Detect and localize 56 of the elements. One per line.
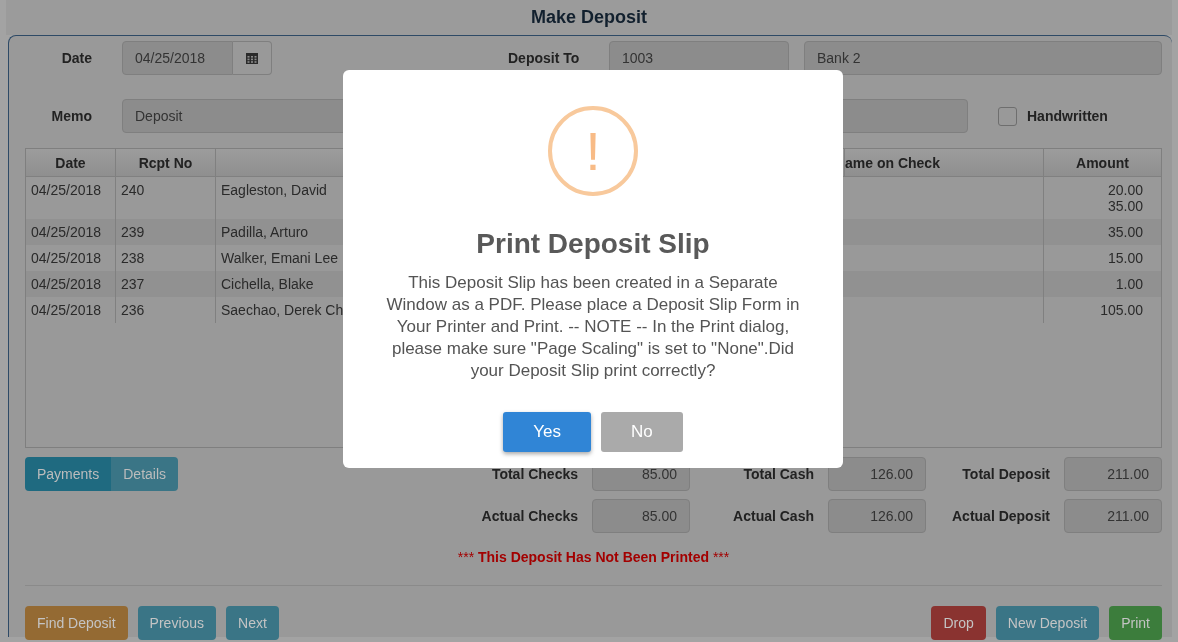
- total-field[interactable]: 211.00: [1064, 457, 1162, 491]
- table-cell-text: Cichella, Blake: [220, 275, 315, 294]
- total-field[interactable]: 126.00: [828, 499, 926, 533]
- table-cell-text: Walker, Emani Lee: [220, 249, 339, 268]
- column-header: ame on Check: [845, 149, 1044, 176]
- table-cell: 15.00: [1107, 251, 1143, 265]
- footer-button[interactable]: Drop: [931, 606, 986, 640]
- dialog-button[interactable]: No: [601, 412, 683, 452]
- date-field[interactable]: 04/25/2018: [122, 41, 233, 75]
- column-header: Rcpt No: [116, 149, 216, 176]
- table-cell: 105.00: [1100, 303, 1143, 317]
- calendar-button[interactable]: [233, 41, 272, 75]
- footer-button[interactable]: Print: [1109, 606, 1162, 640]
- total-label: Total Checks: [490, 466, 579, 482]
- table-cell: 04/25/2018: [26, 297, 116, 323]
- view-tab[interactable]: Payments: [25, 457, 112, 491]
- calendar-icon: [246, 52, 258, 64]
- column-header: Date: [26, 149, 116, 176]
- table-cell: 237: [116, 271, 216, 297]
- dialog-message: This Deposit Slip has been created in a Separate Window as a PDF. Please place a Deposit Slip Form in Your Printer and Print. -- NOTE -- In the Print dialog, please make sure "Page Scaling" is set to "None".Did your Deposit Slip print correctly?: [385, 272, 801, 382]
- exclamation-icon: !: [548, 106, 638, 196]
- table-cell: 35.00: [1107, 199, 1143, 213]
- table-cell-text: Saechao, Derek Ch: [220, 301, 345, 320]
- table-cell: 35.00: [1107, 225, 1143, 239]
- footer-button[interactable]: Previous: [137, 606, 217, 640]
- total-field[interactable]: 126.00: [828, 457, 926, 491]
- dialog-title: Print Deposit Slip: [476, 228, 710, 260]
- footer-button[interactable]: Find Deposit: [25, 606, 128, 640]
- field-label: Memo: [50, 108, 93, 124]
- checkbox[interactable]: [998, 106, 1017, 126]
- table-cell: 04/25/2018: [26, 219, 116, 245]
- checkbox-label: Handwritten: [1027, 108, 1108, 124]
- footer-button[interactable]: Next: [226, 606, 279, 640]
- not-printed-warning: *** This Deposit Has Not Been Printed ***: [456, 549, 731, 565]
- table-cell: 236: [116, 297, 216, 323]
- table-cell: 239: [116, 219, 216, 245]
- column-header: Amount: [1075, 153, 1130, 173]
- total-label: Total Deposit: [961, 466, 1051, 482]
- account-name-field[interactable]: Bank 2: [804, 41, 1162, 75]
- table-cell-text: Eagleston, David: [220, 181, 328, 200]
- footer-button[interactable]: New Deposit: [995, 606, 1100, 640]
- field-label: Date: [60, 50, 93, 66]
- total-label: Actual Checks: [480, 508, 579, 524]
- total-label: Actual Cash: [732, 508, 815, 524]
- table-cell-text: Padilla, Arturo: [220, 223, 310, 242]
- table-cell: 20.00: [1107, 183, 1143, 197]
- view-tab[interactable]: Details: [111, 457, 179, 491]
- table-cell: 1.00: [1115, 277, 1143, 291]
- table-cell: 04/25/2018: [26, 271, 116, 297]
- total-label: Total Cash: [742, 466, 815, 482]
- total-field[interactable]: 211.00: [1064, 499, 1162, 533]
- window-title: Make Deposit: [530, 7, 647, 28]
- total-field[interactable]: 85.00: [592, 499, 690, 533]
- dialog-button[interactable]: Yes: [503, 412, 591, 452]
- total-label: Actual Deposit: [951, 508, 1051, 524]
- field-label: Deposit To: [508, 50, 581, 66]
